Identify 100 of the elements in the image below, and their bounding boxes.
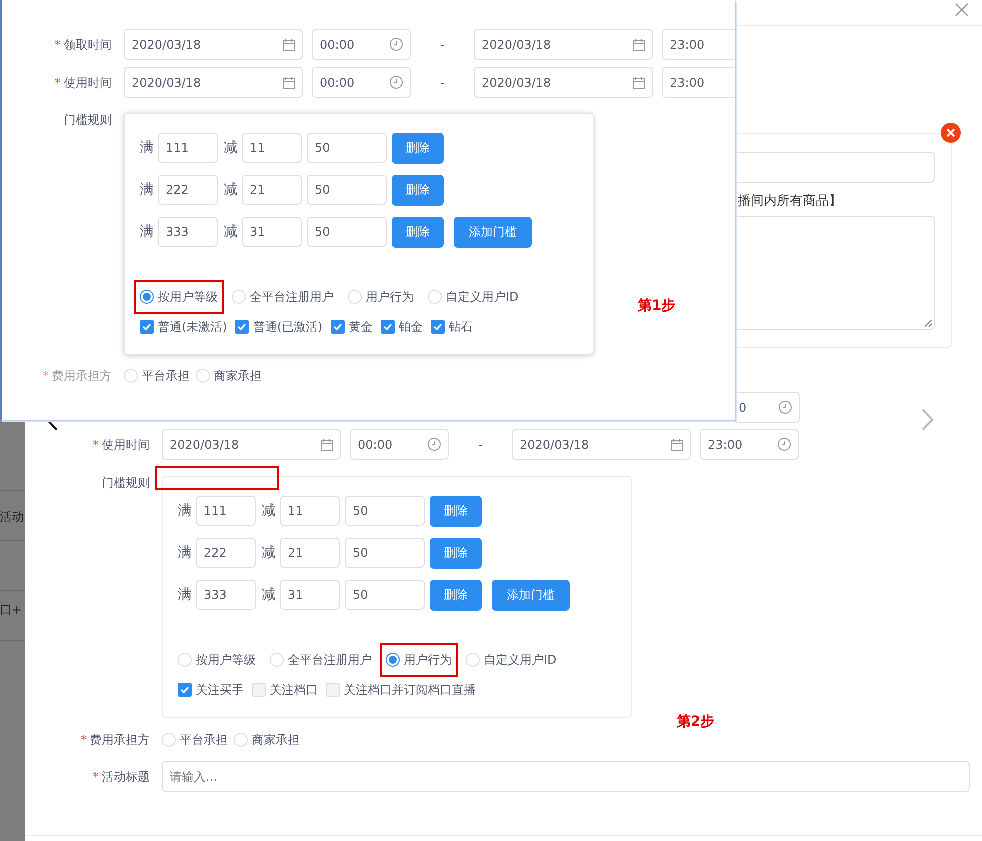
rule-prefix: 满: [140, 222, 155, 242]
check-icon: [180, 685, 190, 695]
range-separator: -: [439, 36, 446, 54]
rule-label: 减: [262, 586, 277, 604]
calendar-icon: [671, 438, 683, 450]
field-label: 门槛规则: [63, 112, 112, 129]
time-field[interactable]: 0: [735, 392, 800, 423]
step-label: 第2步: [677, 713, 715, 732]
rule-prefix: 满: [140, 138, 155, 158]
radio-option[interactable]: 按用户等级: [134, 280, 224, 314]
rule-label: 减: [224, 180, 239, 200]
field-label: * 费用承担方: [42, 368, 112, 385]
calendar-icon: [321, 438, 333, 450]
checkbox-option: 关注档口并订阅档口直播: [326, 681, 476, 699]
close-icon[interactable]: [955, 3, 969, 17]
amount-field[interactable]: 333: [196, 580, 256, 610]
clock-icon: [390, 38, 403, 51]
calendar-icon: [633, 76, 645, 88]
rule-prefix: 满: [140, 180, 155, 200]
amount-field[interactable]: 31: [242, 217, 302, 247]
clock-icon: [428, 438, 441, 451]
checkbox-option[interactable]: 普通(已激活): [235, 318, 323, 336]
checkbox-option[interactable]: 黄金: [330, 318, 373, 336]
quantity-field[interactable]: 50: [307, 133, 387, 163]
clock-icon: [390, 76, 403, 89]
clock-icon: [778, 438, 791, 451]
quantity-field[interactable]: 50: [345, 538, 425, 568]
rule-label: 减: [262, 502, 277, 520]
rule-label: 减: [224, 138, 239, 158]
calendar-icon: [283, 38, 295, 50]
title-input[interactable]: 请输入...: [162, 761, 970, 792]
time-field[interactable]: 00:00: [312, 67, 411, 98]
time-field[interactable]: 23:00: [662, 67, 735, 98]
rule-label: 减: [224, 222, 239, 242]
radio-option[interactable]: 平台承担: [162, 731, 228, 749]
radio-option[interactable]: 自定义用户ID: [460, 643, 563, 677]
time-field[interactable]: 23:00: [662, 29, 735, 60]
rule-prefix: 满: [178, 586, 193, 604]
quantity-field[interactable]: 50: [307, 217, 387, 247]
check-icon: [432, 322, 443, 332]
amount-field[interactable]: 11: [242, 133, 302, 163]
field-label: * 使用时间: [92, 436, 150, 454]
clock-icon: [779, 401, 792, 414]
quantity-field[interactable]: 50: [345, 496, 425, 526]
range-separator: -: [477, 436, 484, 454]
field-label: * 活动标题: [92, 768, 150, 786]
amount-field[interactable]: 222: [196, 538, 256, 568]
radio-option[interactable]: 全平台注册用户: [226, 280, 340, 314]
date-field[interactable]: 2020/03/18: [512, 429, 691, 460]
date-field[interactable]: 2020/03/18: [162, 429, 341, 460]
chevron-right-icon[interactable]: [922, 409, 934, 431]
text-field[interactable]: [735, 152, 935, 183]
field-label: * 领取时间: [54, 36, 112, 54]
field-label: * 使用时间: [54, 74, 112, 92]
checkbox-option[interactable]: 钻石: [430, 318, 473, 336]
field-label: * 费用承担方: [80, 732, 150, 749]
time-field[interactable]: 23:00: [700, 429, 799, 460]
resize-handle-icon[interactable]: [925, 320, 932, 327]
quantity-field[interactable]: 50: [345, 580, 425, 610]
check-icon: [382, 322, 393, 332]
date-field[interactable]: 2020/03/18: [474, 67, 653, 98]
amount-field[interactable]: 21: [242, 175, 302, 205]
radio-option[interactable]: 用户行为: [380, 643, 458, 677]
radio-option[interactable]: 商家承担: [234, 731, 300, 749]
rule-prefix: 满: [178, 544, 193, 562]
check-icon: [237, 322, 248, 332]
checkbox-option: 关注档口: [252, 681, 318, 699]
checkbox-option[interactable]: 关注买手: [178, 681, 244, 699]
time-field[interactable]: 00:00: [312, 29, 411, 60]
radio-option[interactable]: 用户行为: [342, 280, 420, 314]
amount-field[interactable]: 222: [158, 175, 218, 205]
date-field[interactable]: 2020/03/18: [124, 29, 303, 60]
rule-prefix: 满: [178, 502, 193, 520]
quantity-field[interactable]: 50: [307, 175, 387, 205]
calendar-icon: [633, 38, 645, 50]
step-label: 第1步: [638, 297, 676, 316]
range-separator: -: [439, 74, 446, 92]
time-field[interactable]: 00:00: [350, 429, 449, 460]
radio-option[interactable]: 自定义用户ID: [422, 280, 525, 314]
radio-option[interactable]: 按用户等级: [172, 643, 262, 677]
check-icon: [142, 322, 152, 332]
amount-field[interactable]: 11: [280, 496, 340, 526]
amount-field[interactable]: 333: [158, 217, 218, 247]
radio-option[interactable]: 全平台注册用户: [264, 643, 378, 677]
date-field[interactable]: 2020/03/18: [474, 29, 653, 60]
backdrop-text: 口+: [0, 603, 22, 617]
radio-option[interactable]: 平台承担: [124, 367, 190, 385]
checkbox-option[interactable]: 铂金: [380, 318, 423, 336]
amount-field[interactable]: 31: [280, 580, 340, 610]
amount-field[interactable]: 111: [196, 496, 256, 526]
rule-label: 减: [262, 544, 277, 562]
scope-text: 播间内所有商品】: [738, 193, 842, 211]
radio-option[interactable]: 商家承担: [196, 367, 262, 385]
field-label: 门槛规则: [101, 475, 150, 492]
amount-field[interactable]: 21: [280, 538, 340, 568]
close-circle-icon[interactable]: [941, 123, 961, 143]
date-field[interactable]: 2020/03/18: [124, 67, 303, 98]
backdrop-text: 活动: [0, 510, 24, 524]
amount-field[interactable]: 111: [158, 133, 218, 163]
checkbox-option[interactable]: 普通(未激活): [140, 318, 228, 336]
